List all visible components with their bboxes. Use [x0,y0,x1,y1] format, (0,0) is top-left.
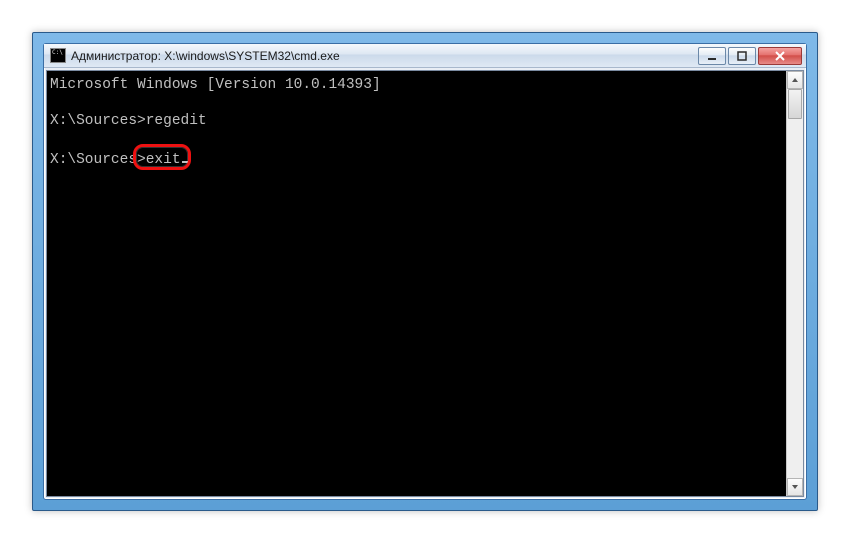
terminal-line: X:\Sources>exit [50,148,800,166]
terminal-content[interactable]: Microsoft Windows [Version 10.0.14393] X:… [47,71,803,496]
terminal-line [50,94,800,112]
terminal-client-area[interactable]: Microsoft Windows [Version 10.0.14393] X:… [46,70,804,497]
close-button[interactable] [758,47,802,65]
terminal-line: X:\Sources>regedit [50,112,800,130]
window-title: Администратор: X:\windows\SYSTEM32\cmd.e… [71,49,698,63]
cmd-icon [50,48,66,63]
command-text: exit [146,152,181,168]
titlebar[interactable]: Администратор: X:\windows\SYSTEM32\cmd.e… [44,44,806,68]
scroll-thumb[interactable] [788,89,802,119]
scroll-down-button[interactable] [787,478,803,496]
outer-frame: Администратор: X:\windows\SYSTEM32\cmd.e… [32,32,818,511]
scroll-up-button[interactable] [787,71,803,89]
prompt: X:\Sources> [50,113,146,129]
terminal-line: Microsoft Windows [Version 10.0.14393] [50,76,800,94]
cmd-window: Администратор: X:\windows\SYSTEM32\cmd.e… [43,43,807,500]
scroll-track[interactable] [787,89,803,478]
terminal-line [50,130,800,148]
minimize-button[interactable] [698,47,726,65]
cursor [182,148,190,163]
prompt: X:\Sources> [50,152,146,168]
maximize-button[interactable] [728,47,756,65]
scrollbar[interactable] [786,71,803,496]
window-controls [698,47,802,65]
command-text: regedit [146,113,207,129]
